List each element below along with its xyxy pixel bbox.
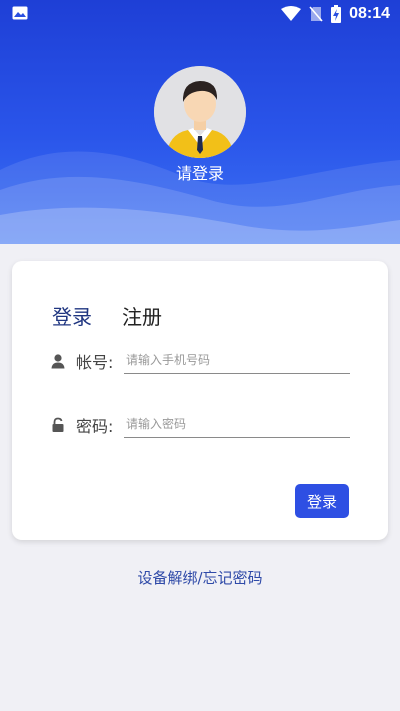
login-button[interactable]: 登录 <box>295 484 349 518</box>
battery-charging-icon <box>331 5 342 23</box>
tab-register[interactable]: 注册 <box>122 301 162 330</box>
status-time: 08:14 <box>349 5 390 22</box>
avatar[interactable] <box>154 66 246 158</box>
phone-input[interactable] <box>124 347 350 374</box>
wifi-icon <box>281 6 302 21</box>
header-banner: 08:14 请登录 <box>0 0 400 244</box>
login-prompt[interactable]: 请登录 <box>0 160 400 184</box>
password-input[interactable] <box>124 411 350 438</box>
account-row: 帐号: <box>50 347 350 377</box>
user-icon <box>51 354 65 369</box>
status-bar: 08:14 <box>0 0 400 28</box>
no-sim-icon <box>309 6 323 22</box>
user-avatar-icon <box>154 66 246 158</box>
account-label: 帐号: <box>76 353 114 372</box>
image-icon <box>12 6 28 20</box>
tab-login[interactable]: 登录 <box>52 301 92 330</box>
password-label: 密码: <box>76 417 114 436</box>
password-row: 密码: <box>50 411 350 441</box>
unbind-forgot-password-link[interactable]: 设备解绑/忘记密码 <box>0 567 400 588</box>
login-card: 登录 注册 帐号: 密码: 登录 <box>12 261 388 540</box>
lock-icon <box>52 417 64 432</box>
